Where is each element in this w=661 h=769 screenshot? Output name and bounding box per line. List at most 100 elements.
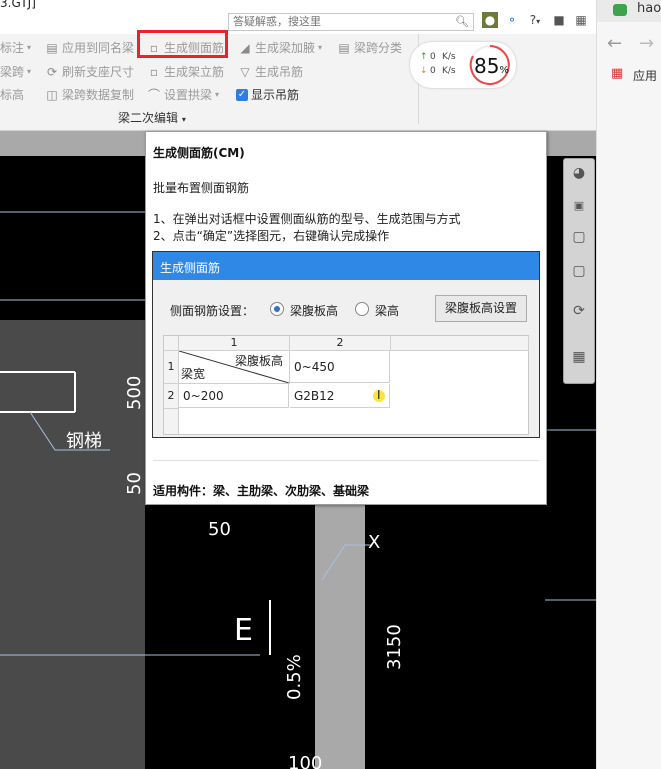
checkbox-icon[interactable]: ✓ <box>236 88 248 101</box>
setting-label: 侧面钢筋设置： <box>170 304 255 318</box>
arch-icon: ⌒ <box>147 87 160 102</box>
cad-label-3150: 3150 <box>384 624 405 670</box>
apps-label[interactable]: 应用 <box>633 67 657 84</box>
gift-icon[interactable]: ▦ <box>573 12 589 28</box>
browser-tab-label: hao <box>637 1 661 16</box>
ribbon-mark-label: 标注 <box>0 41 25 55</box>
browser-sidebar: hao ← → ▦ 应用 <box>596 0 661 769</box>
grid-col-header: 2 <box>290 336 391 351</box>
header-beam-width: 梁宽 <box>181 367 206 381</box>
radio-web-height[interactable] <box>270 302 284 316</box>
apps-grid-icon[interactable]: ▦ <box>611 66 623 81</box>
erect-rebar-icon: ▫ <box>149 64 159 79</box>
grid-cell[interactable]: 0~200 <box>179 384 289 408</box>
ribbon-group-label[interactable]: 梁二次编辑 ▾ <box>118 109 186 126</box>
dialog-header: 生成侧面筋 <box>153 252 539 280</box>
table-icon[interactable]: ▦ <box>567 349 591 371</box>
ribbon-mark-button[interactable]: 标注 ▾ <box>0 39 31 56</box>
generate-hanger-label: 生成吊筋 <box>255 65 304 79</box>
refresh-icon: ⟳ <box>46 64 58 79</box>
ribbon-elevation-button[interactable]: 标高 <box>0 86 24 103</box>
download-unit: K/s <box>442 66 456 76</box>
generate-hanger-button[interactable]: ▽ 生成吊筋 <box>238 63 303 80</box>
headset-icon[interactable]: ⚬ <box>504 12 520 28</box>
generate-haunch-label: 生成梁加腋 <box>255 41 316 55</box>
radio-beam-height[interactable] <box>355 302 369 316</box>
set-arch-beam-label: 设置拱梁 <box>164 88 213 102</box>
hao-logo-icon <box>613 4 627 16</box>
ribbon-span-label: 梁跨 <box>0 65 25 79</box>
grid-diagonal-header-cell: 梁腹板高 梁宽 <box>179 351 290 384</box>
text-cursor-icon: I <box>377 388 381 402</box>
search-box[interactable]: 🔍︎ <box>228 13 474 31</box>
grid-row-header: 2 <box>164 384 179 409</box>
generate-erect-rebar-button[interactable]: ▫ 生成架立筋 <box>147 63 224 80</box>
grid-col-header: 1 <box>179 336 290 351</box>
window-title: 3.GTJ] <box>0 0 36 10</box>
span-class-label: 梁跨分类 <box>354 41 403 55</box>
span-copy-icon: ◫ <box>46 87 58 102</box>
span-class-button[interactable]: ▤ 梁跨分类 <box>337 39 402 56</box>
copy-icon: ▤ <box>46 40 58 55</box>
tooltip-description: 批量布置侧面钢筋 <box>153 181 250 195</box>
globe-icon[interactable]: ◕ <box>567 165 591 187</box>
help-icon[interactable]: ?▾ <box>527 12 543 28</box>
back-icon[interactable]: ← <box>607 33 622 54</box>
upload-arrow-icon: ↑ <box>420 52 428 62</box>
avatar-icon[interactable]: ● <box>482 12 498 28</box>
rebar-grid: 1 2 1 梁腹板高 梁宽 0~450 2 0~200 G2B12 I <box>163 335 529 435</box>
cad-label-slope: 0.5% <box>284 654 305 700</box>
set-arch-beam-button[interactable]: ⌒ 设置拱梁 ▾ <box>147 86 219 103</box>
grid-col-header-empty <box>391 336 529 351</box>
forward-icon[interactable]: → <box>639 33 654 54</box>
dialog-body: 侧面钢筋设置： 梁腹板高 梁高 梁腹板高设置 1 2 1 梁腹板高 梁宽 0~4… <box>153 280 539 437</box>
apply-same-name-label: 应用到同名梁 <box>62 41 135 55</box>
download-arrow-icon: ↓ <box>420 66 428 76</box>
cad-label-100: 100 <box>288 753 322 769</box>
generate-haunch-button[interactable]: ◢ 生成梁加腋 ▾ <box>238 39 322 56</box>
span-data-copy-label: 梁跨数据复制 <box>62 88 135 102</box>
view-toolbar: ◕ ▣ ▢ ▢ ⟳ ▦ <box>563 158 595 384</box>
show-hanger-label: 显示吊筋 <box>251 88 300 102</box>
span-data-copy-button[interactable]: ◫ 梁跨数据复制 <box>45 86 134 103</box>
show-hanger-checkbox[interactable]: ✓ 显示吊筋 <box>236 86 299 103</box>
cube-3d-icon[interactable]: ▣ <box>567 199 591 221</box>
upload-unit: K/s <box>442 52 456 62</box>
ribbon-elevation-label: 标高 <box>0 88 25 102</box>
tooltip-title: 生成侧面筋(CM) <box>153 146 245 160</box>
tooltip-step-1: 1、在弹出对话框中设置侧面纵筋的型号、生成范围与方式 <box>153 212 461 226</box>
tooltip-applicable: 适用构件：梁、主肋梁、次肋梁、基础梁 <box>153 484 370 498</box>
cad-label-x: X <box>368 532 380 553</box>
tooltip-step-2: 2、点击“确定”选择图元，右键确认完成操作 <box>153 229 390 243</box>
web-height-settings-button[interactable]: 梁腹板高设置 <box>435 295 527 322</box>
column-region <box>315 503 365 769</box>
generate-erect-rebar-label: 生成架立筋 <box>164 65 225 79</box>
grid-row-header-empty <box>164 409 179 434</box>
memory-percent: 85% <box>474 54 509 78</box>
shirt-icon[interactable]: ■ <box>551 12 567 28</box>
apply-same-name-button[interactable]: ▤ 应用到同名梁 <box>45 39 134 56</box>
side-rebar-dialog: 生成侧面筋 侧面钢筋设置： 梁腹板高 梁高 梁腹板高设置 1 2 1 梁腹板高 … <box>152 251 540 438</box>
grid-cell[interactable]: 0~450 <box>290 351 390 383</box>
radio-web-height-label[interactable]: 梁腹板高 <box>290 302 338 319</box>
radio-beam-height-label[interactable]: 梁高 <box>375 302 399 319</box>
cube-icon[interactable]: ▢ <box>567 229 591 251</box>
cad-label-e: E <box>234 613 253 648</box>
hanger-icon: ▽ <box>240 64 250 79</box>
header-web-height: 梁腹板高 <box>234 354 283 368</box>
cube-dropdown-icon[interactable]: ▢ <box>567 263 591 285</box>
haunch-icon: ◢ <box>240 40 250 55</box>
cad-label-stair: 钢梯 <box>66 431 102 452</box>
browser-tab[interactable]: hao <box>597 0 661 22</box>
rotate-icon[interactable]: ⟳ <box>567 303 591 325</box>
search-input[interactable] <box>229 14 457 29</box>
dialog-title: 生成侧面筋 <box>160 261 221 275</box>
cad-label-500: 500 <box>124 376 145 410</box>
span-class-icon: ▤ <box>338 40 350 55</box>
search-icon[interactable]: 🔍︎ <box>455 15 469 28</box>
tooltip-divider <box>153 460 539 461</box>
upload-speed: 0 <box>430 52 436 62</box>
ribbon-span-button[interactable]: 梁跨 ▾ <box>0 63 31 80</box>
refresh-support-button[interactable]: ⟳ 刷新支座尺寸 <box>45 63 134 80</box>
highlight-box <box>137 30 228 58</box>
